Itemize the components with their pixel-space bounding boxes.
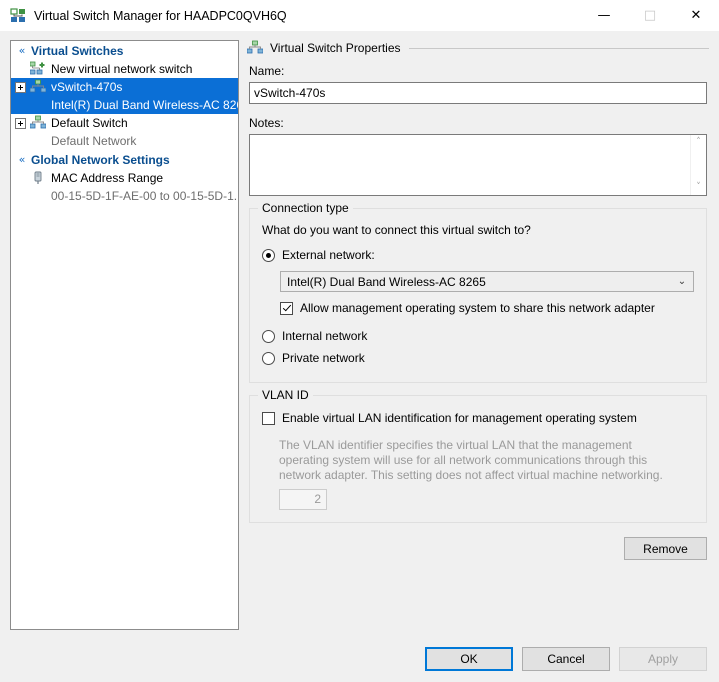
panel-splitter[interactable] [239, 40, 247, 636]
vlan-id-title: VLAN ID [258, 388, 313, 402]
title-bar: Virtual Switch Manager for HAADPC0QVH6Q … [0, 0, 719, 31]
notes-textarea[interactable] [250, 135, 690, 195]
virtual-switch-manager-dialog: Virtual Switch Manager for HAADPC0QVH6Q … [0, 0, 719, 682]
notes-scrollbar[interactable]: ˄ ˅ [690, 135, 706, 195]
expand-icon[interactable] [15, 81, 26, 93]
dialog-body: « Virtual Switches New virtual network s… [0, 31, 719, 636]
network-adapter-value: Intel(R) Dual Band Wireless-AC 8265 [287, 274, 486, 289]
radio-icon[interactable] [262, 329, 275, 343]
maximize-button[interactable]: □ [627, 0, 673, 31]
properties-title: Virtual Switch Properties [270, 41, 401, 55]
remove-button[interactable]: Remove [624, 537, 707, 560]
chevron-down-icon[interactable]: ⌄ [671, 276, 693, 287]
connection-type-question: What do you want to connect this virtual… [262, 223, 531, 237]
connection-type-group: Connection type What do you want to conn… [249, 201, 707, 383]
remove-button-row: Remove [249, 537, 707, 560]
radio-internal-network[interactable]: Internal network [262, 326, 694, 346]
checkbox-label: Allow management operating system to sha… [300, 301, 655, 315]
window-controls: — □ ✕ [581, 0, 719, 31]
tree-item-sublabel: 00-15-5D-1F-AE-00 to 00-15-5D-1... [51, 189, 238, 203]
radio-icon[interactable] [262, 248, 275, 262]
network-adapter-dropdown[interactable]: Intel(R) Dual Band Wireless-AC 8265 ⌄ [280, 271, 694, 292]
scroll-down-icon[interactable]: ˅ [696, 180, 701, 195]
connection-type-title: Connection type [258, 201, 353, 215]
name-label: Name: [249, 64, 285, 78]
collapse-chevron-icon[interactable]: « [15, 45, 29, 56]
header-divider [408, 47, 709, 49]
new-virtual-switch-icon [30, 61, 46, 77]
radio-icon[interactable] [262, 351, 275, 365]
minimize-icon: — [597, 8, 611, 23]
tree-item-vswitch-470s[interactable]: vSwitch-470s Intel(R) Dual Band Wireless… [11, 78, 238, 114]
radio-label: External network: [282, 248, 375, 262]
cancel-button[interactable]: Cancel [522, 647, 610, 671]
apply-button: Apply [619, 647, 707, 671]
vlan-id-group: VLAN ID Enable virtual LAN identificatio… [249, 388, 707, 523]
switch-name-input[interactable] [249, 82, 707, 104]
tree-item-label: Default Switch [51, 116, 128, 130]
tree-item-sublabel: Intel(R) Dual Band Wireless-AC 8265 [51, 98, 238, 112]
expand-icon[interactable] [15, 117, 26, 129]
ok-button[interactable]: OK [425, 647, 513, 671]
radio-private-network[interactable]: Private network [262, 348, 694, 368]
vlan-description: The VLAN identifier specifies the virtua… [279, 438, 663, 482]
collapse-chevron-icon[interactable]: « [15, 154, 29, 165]
tree-item-mac-address-range[interactable]: MAC Address Range 00-15-5D-1F-AE-00 to 0… [11, 169, 238, 205]
radio-label: Private network [282, 351, 365, 365]
tree-item-label: MAC Address Range [51, 171, 164, 185]
checkbox-icon[interactable] [262, 411, 275, 425]
radio-external-network[interactable]: External network: [262, 245, 694, 265]
mac-address-icon [30, 170, 46, 186]
allow-management-os-checkbox-row[interactable]: Allow management operating system to sha… [280, 298, 694, 318]
properties-header: Virtual Switch Properties [247, 40, 709, 56]
virtual-switch-icon [30, 79, 46, 95]
vlan-id-spinner[interactable]: 2 [279, 489, 327, 510]
tree-section-virtual-switches[interactable]: « Virtual Switches [11, 41, 238, 60]
maximize-icon: □ [643, 8, 657, 23]
checkbox-label: Enable virtual LAN identification for ma… [282, 411, 637, 425]
virtual-switch-icon [10, 7, 26, 24]
notes-field[interactable]: ˄ ˅ [249, 134, 707, 196]
virtual-switch-icon [247, 40, 263, 56]
tree-item-default-switch[interactable]: Default Switch Default Network [11, 114, 238, 150]
navigation-tree[interactable]: « Virtual Switches New virtual network s… [10, 40, 239, 630]
close-icon: ✕ [690, 8, 702, 23]
tree-item-label: vSwitch-470s [51, 80, 123, 94]
radio-label: Internal network [282, 329, 368, 343]
dialog-footer: OK Cancel Apply [0, 636, 719, 682]
tree-section-label: Virtual Switches [31, 43, 124, 58]
tree-item-label: New virtual network switch [51, 62, 193, 76]
close-button[interactable]: ✕ [673, 0, 719, 31]
tree-section-label: Global Network Settings [31, 152, 170, 167]
scroll-up-icon[interactable]: ˄ [696, 135, 701, 150]
tree-item-sublabel: Default Network [51, 134, 137, 148]
checkbox-icon[interactable] [280, 301, 293, 315]
notes-label: Notes: [249, 116, 284, 130]
enable-vlan-checkbox-row[interactable]: Enable virtual LAN identification for ma… [262, 408, 694, 428]
properties-pane: Virtual Switch Properties Name: Notes: ˄… [247, 40, 709, 630]
tree-section-global-network-settings[interactable]: « Global Network Settings [11, 150, 238, 169]
virtual-switch-icon [30, 115, 46, 131]
tree-item-new-virtual-network-switch[interactable]: New virtual network switch [11, 60, 238, 78]
window-title: Virtual Switch Manager for HAADPC0QVH6Q [34, 8, 287, 23]
minimize-button[interactable]: — [581, 0, 627, 31]
